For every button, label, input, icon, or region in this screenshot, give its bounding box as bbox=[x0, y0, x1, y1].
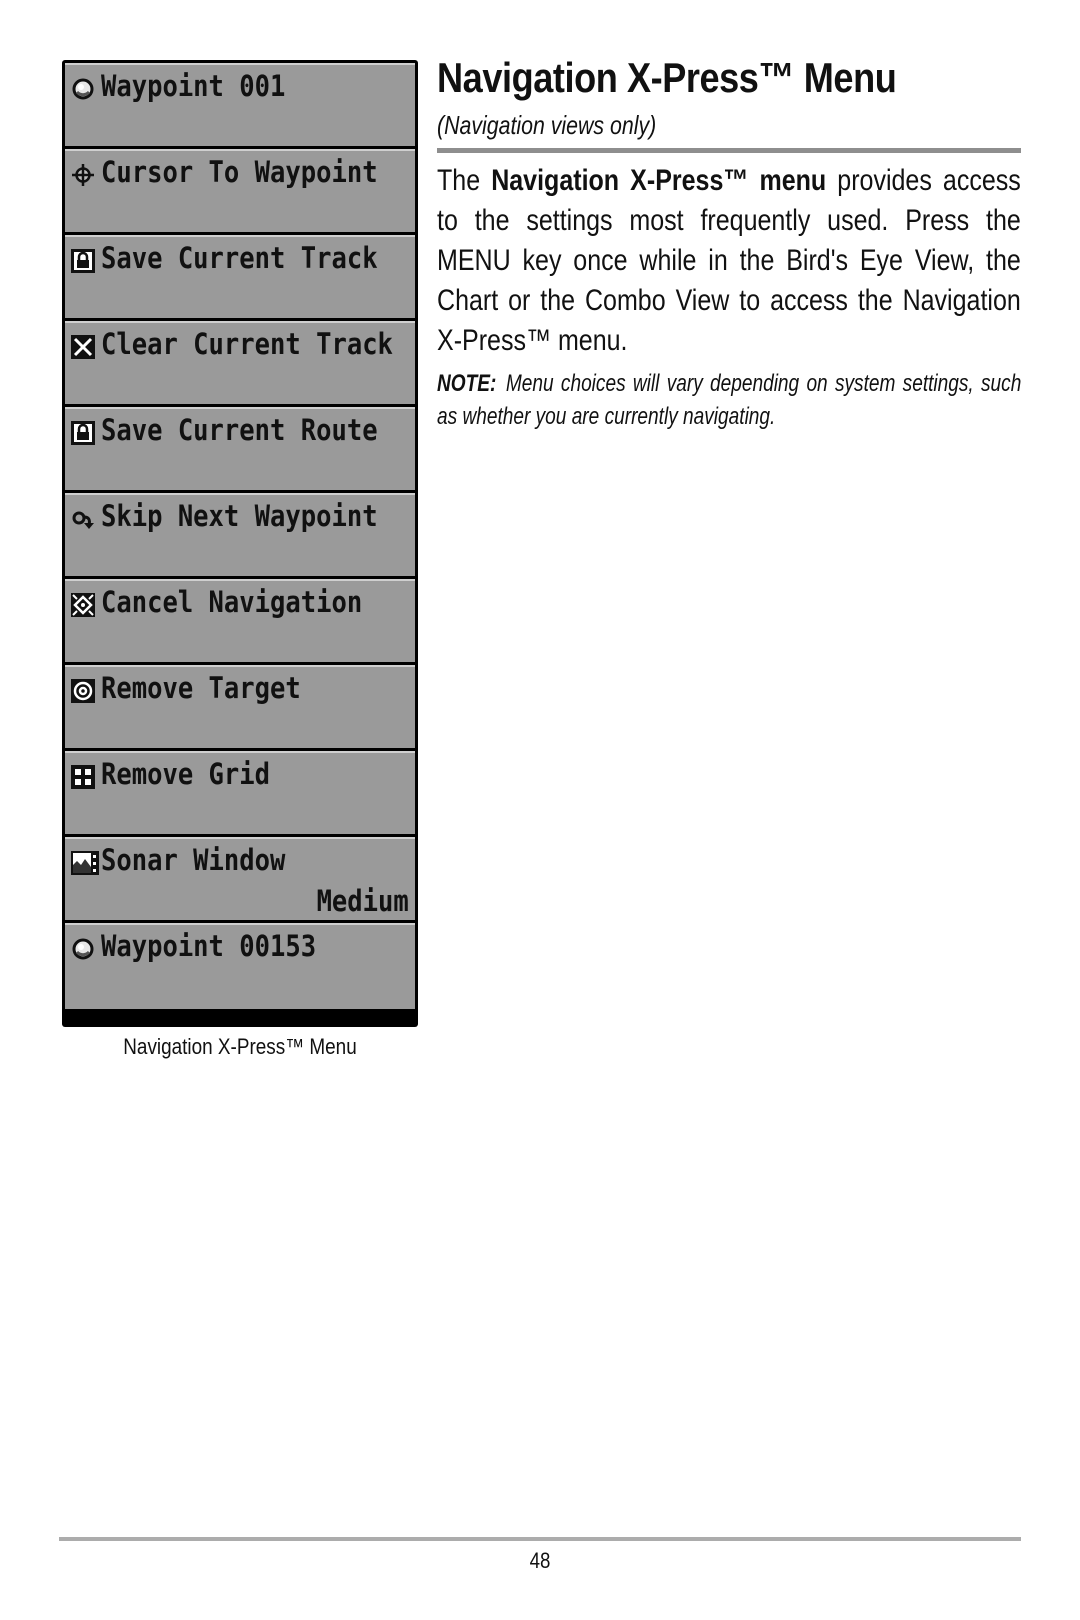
menu-item-label: Waypoint 00153 bbox=[101, 929, 317, 963]
save-lock-icon bbox=[71, 418, 95, 445]
menu-item-label: Remove Target bbox=[101, 671, 301, 705]
menu-item-cancel-navigation[interactable]: Cancel Navigation bbox=[65, 579, 415, 662]
menu-item-waypoint-00153[interactable]: Waypoint 00153 bbox=[65, 923, 415, 1009]
grid-icon bbox=[71, 762, 95, 789]
menu-item-save-current-track[interactable]: Save Current Track bbox=[65, 235, 415, 318]
page-subtitle: (Navigation views only) bbox=[437, 110, 657, 140]
waypoint-icon bbox=[71, 934, 95, 960]
figure-caption: Navigation X-Press™ Menu bbox=[123, 1034, 357, 1059]
save-lock-icon bbox=[71, 246, 95, 273]
sonar-window-icon bbox=[71, 848, 99, 875]
menu-item-save-current-route[interactable]: Save Current Route bbox=[65, 407, 415, 490]
menu-item-label: Clear Current Track bbox=[101, 327, 393, 361]
menu-item-label: Waypoint 001 bbox=[101, 69, 286, 103]
crosshair-icon bbox=[71, 160, 95, 186]
menu-item-label: Save Current Route bbox=[101, 413, 378, 447]
menu-item-cursor-to-waypoint[interactable]: Cursor To Waypoint bbox=[65, 149, 415, 232]
paragraph-bold-term: Navigation X-Press™ menu bbox=[491, 164, 827, 197]
skip-arrow-icon bbox=[71, 504, 95, 529]
page-title: Navigation X-Press™ Menu bbox=[437, 54, 897, 101]
menu-item-sonar-window[interactable]: Sonar Window Medium bbox=[65, 837, 415, 920]
menu-item-label: Save Current Track bbox=[101, 241, 378, 275]
navigation-xpress-menu: Waypoint 001 Cursor To Waypoint Save Cur… bbox=[62, 60, 418, 1027]
heading-divider bbox=[437, 148, 1021, 153]
menu-item-waypoint-001[interactable]: Waypoint 001 bbox=[65, 63, 415, 146]
page-number: 48 bbox=[529, 1548, 551, 1573]
menu-item-label: Skip Next Waypoint bbox=[101, 499, 378, 533]
menu-item-label: Remove Grid bbox=[101, 757, 271, 791]
clear-x-icon bbox=[71, 332, 95, 359]
footer-divider bbox=[59, 1537, 1021, 1541]
menu-item-clear-current-track[interactable]: Clear Current Track bbox=[65, 321, 415, 404]
content-column: Navigation X-Press™ Menu (Navigation vie… bbox=[437, 50, 1021, 457]
note-text: Menu choices will vary depending on syst… bbox=[437, 370, 1022, 430]
menu-item-value: Medium bbox=[316, 884, 409, 918]
menu-item-remove-grid[interactable]: Remove Grid bbox=[65, 751, 415, 834]
menu-item-skip-next-waypoint[interactable]: Skip Next Waypoint bbox=[65, 493, 415, 576]
note-label: NOTE: bbox=[437, 370, 497, 397]
cancel-navigation-icon bbox=[71, 590, 95, 617]
menu-item-label: Sonar Window bbox=[101, 843, 286, 877]
waypoint-icon bbox=[71, 74, 95, 100]
menu-item-label: Cancel Navigation bbox=[101, 585, 363, 619]
target-icon bbox=[71, 676, 95, 703]
note: NOTE: Menu choices will vary depending on… bbox=[437, 367, 1021, 433]
menu-item-label: Cursor To Waypoint bbox=[101, 155, 378, 189]
paragraph-lead: The bbox=[437, 164, 492, 197]
body-paragraph: The Navigation X-Press™ menu provides ac… bbox=[437, 161, 1021, 361]
menu-item-remove-target[interactable]: Remove Target bbox=[65, 665, 415, 748]
